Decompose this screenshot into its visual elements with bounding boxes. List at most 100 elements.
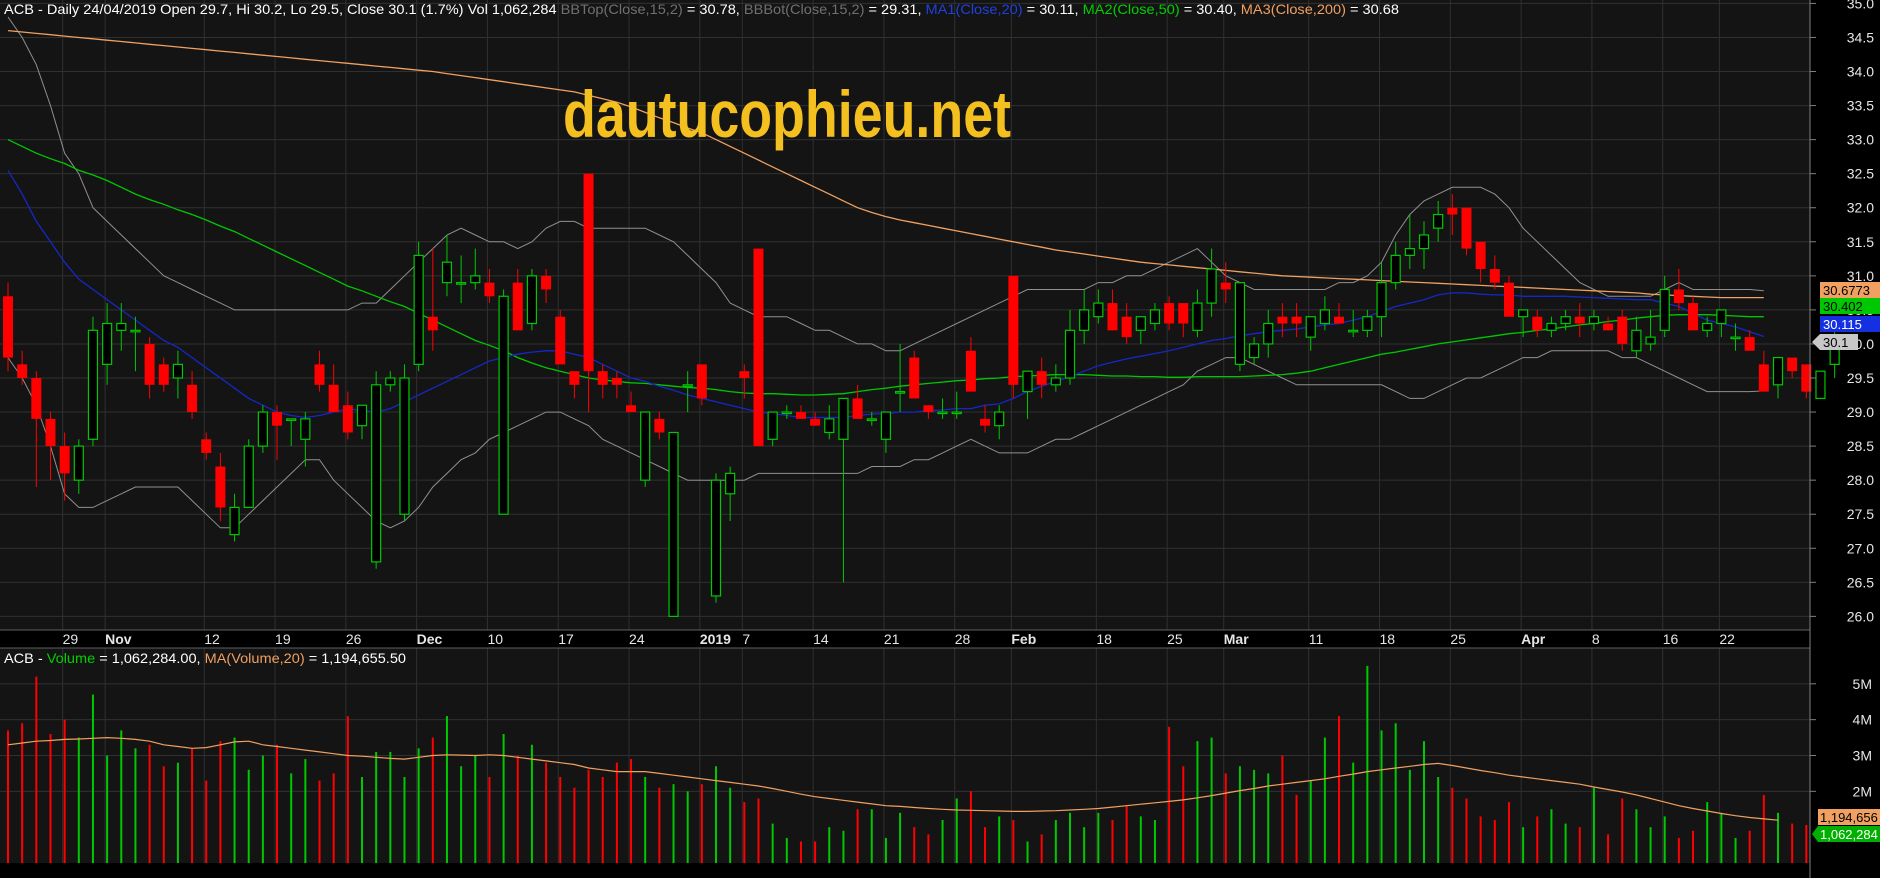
candle-body-down [215,466,226,508]
candle-body-down [187,384,198,413]
candle-body-down [1688,303,1699,331]
candle-body-up [243,445,254,509]
volume-bar [814,841,817,863]
price-tick-label: 28.0 [1847,472,1874,488]
volume-bar [1692,830,1695,863]
date-tick-label: 10 [487,631,503,647]
volume-bar [1536,816,1539,863]
candle-body-down [810,418,821,426]
candle-body-up [1192,302,1203,331]
volume-bar [389,751,392,863]
date-tick-label: 18 [1096,631,1112,647]
candle-body-down [328,384,339,413]
ma1-label: MA1(Close,20) [926,1,1023,17]
candle-body-up [1560,316,1571,325]
candle-body-down [1277,316,1288,324]
candle-body-down [1178,303,1189,324]
bbbot-value: = 29.31, [868,1,921,17]
volume-bar [516,755,519,863]
candle-body-up [838,397,849,440]
bbtop-value: = 30.78, [687,1,740,17]
candle-body-down [31,378,42,419]
volume-bar [91,694,94,863]
price-tick-label: 34.5 [1847,29,1874,45]
price-tick-label: 27.0 [1847,540,1874,556]
candle-body-down [1447,207,1458,215]
date-tick-label: Nov [105,631,132,647]
price-tag-ma2: 30.402 [1820,298,1880,314]
candle-body-down [909,357,920,399]
candle-body-up [781,411,792,415]
volume-bar [1734,837,1737,863]
volume-bar [1267,773,1270,863]
candle-body-up [1135,316,1146,331]
volume-bar [176,762,179,863]
volume-bar [77,737,80,863]
candle-body-down [314,364,325,385]
volume-bar [290,773,293,863]
volume-tag-volume: 1,062,284 [1812,826,1880,842]
volume-bar [148,744,151,863]
candle-body-down [1461,207,1472,249]
candle-body-down [555,316,566,365]
date-tick-label: 17 [558,631,574,647]
date-tick-label: 22 [1719,631,1735,647]
volume-bar [842,830,845,863]
volume-bar [672,784,675,863]
candle-body-up [286,418,297,421]
volume-bar [247,769,250,863]
volume-bar [488,777,491,863]
volume-bar [1649,827,1652,863]
volume-bar [1507,802,1510,863]
candle-body-up [1772,356,1784,386]
candle-body-down [1008,275,1019,385]
volume-bar [346,716,349,863]
candle-body-down [795,412,806,419]
candle-body-up [1206,268,1217,304]
candle-body-up [498,295,509,515]
volume-bar [615,762,618,863]
candle-body-down [45,418,56,447]
candle-body-up [710,479,722,597]
candle-body-up [1631,329,1642,352]
volume-bar [899,812,902,863]
candle-body-down [541,275,552,290]
candle-body-down [739,371,750,378]
candle-body-down [1574,316,1585,324]
volume-bar [1281,755,1284,863]
candle-body-down [611,378,622,385]
date-tick-label: 18 [1380,631,1396,647]
candle-body-down [1164,303,1175,324]
volume-bar [1338,716,1341,863]
volume-bar [460,766,463,863]
candle-body-down [1787,357,1798,372]
volume-bar [1224,773,1227,863]
volume-bar [700,784,703,863]
volume-bar [1578,827,1581,863]
volume-bar [1026,841,1029,863]
price-tick-label: 32.5 [1847,166,1874,182]
candle-body-up [1050,377,1061,386]
volume-bar [205,780,208,863]
date-tick-label: 7 [742,631,750,647]
candle-body-down [852,398,863,419]
volume-bar [35,676,38,863]
volume-bar [828,827,831,863]
ma1-value: = 30.11, [1027,1,1079,17]
candle-body-down [583,173,594,372]
price-tag-ma1-text: 30.115 [1823,317,1862,332]
price-tag-ma2-text: 30.402 [1823,299,1863,314]
volume-bar [1635,809,1638,863]
candle-body-down [1291,316,1302,324]
volume-bar [785,837,788,863]
volume-bar [1012,820,1015,863]
date-tick-label: 21 [884,631,900,647]
candle-body-down [1475,241,1486,270]
volume-bar [587,769,590,863]
volume-bar [445,716,448,863]
volume-bar [884,837,887,863]
volume-bar [431,737,434,863]
volume-bar [403,777,406,863]
candle-body-down [59,446,70,474]
chart-canvas[interactable]: 26.026.527.027.528.028.529.029.530.030.5… [0,0,1880,878]
